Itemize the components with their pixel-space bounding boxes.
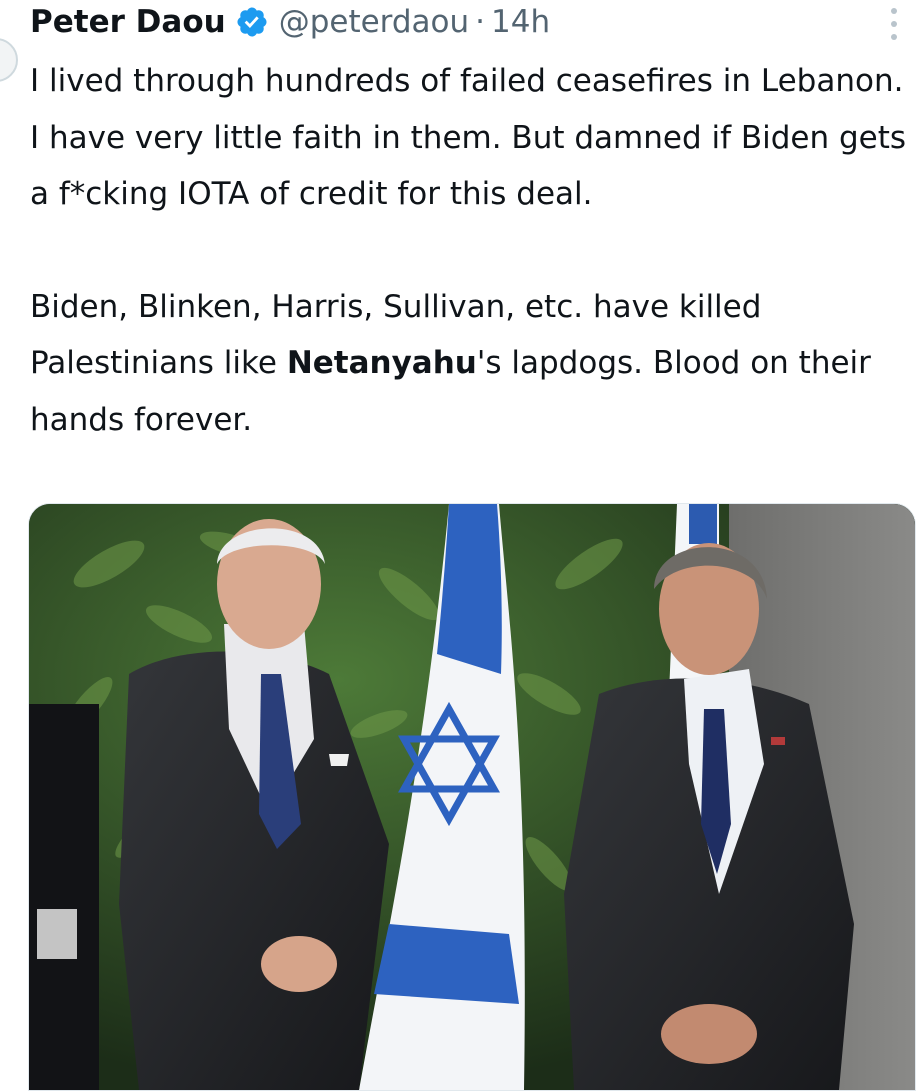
avatar[interactable] — [0, 38, 18, 82]
timestamp[interactable]: 14h — [491, 4, 550, 40]
tweet-text: I lived through hundreds of failed cease… — [30, 53, 914, 448]
separator-dot: · — [475, 4, 486, 40]
more-options-icon[interactable] — [888, 8, 900, 40]
author-name[interactable]: Peter Daou — [30, 4, 226, 40]
author-handle[interactable]: @peterdaou — [279, 4, 469, 40]
tweet-text-bold: Netanyahu — [286, 345, 477, 381]
tweet-paragraph-1: I lived through hundreds of failed cease… — [30, 63, 907, 212]
verified-badge-icon — [237, 7, 267, 37]
tweet-photo[interactable] — [28, 503, 916, 1091]
photo-illustration — [29, 504, 915, 1090]
tweet-header: Peter Daou @peterdaou · 14h — [30, 0, 890, 44]
tweet-paragraph-2: Biden, Blinken, Harris, Sullivan, etc. h… — [30, 279, 914, 449]
